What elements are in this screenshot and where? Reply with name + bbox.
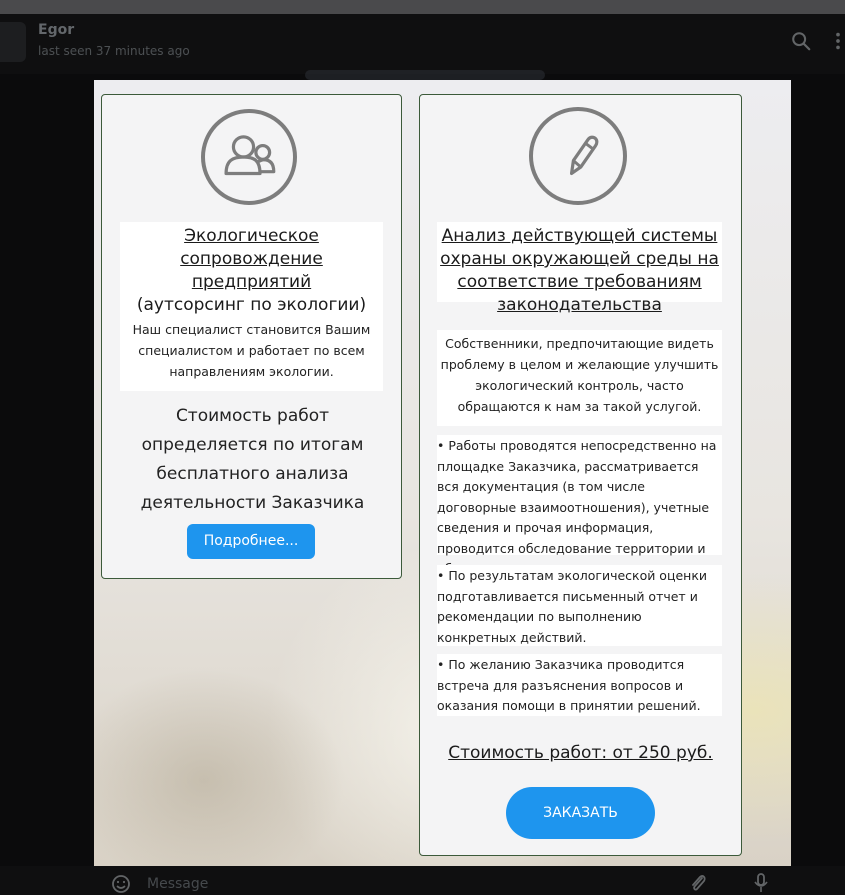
- ecological-support-description: Наш специалист становится Вашим специали…: [120, 315, 383, 391]
- window-top-strip: [0, 0, 845, 14]
- microphone-icon[interactable]: [753, 872, 769, 894]
- avatar[interactable]: [0, 22, 26, 62]
- ecological-support-title-link[interactable]: Экологическое сопровождение предприятий: [120, 225, 383, 294]
- system-analysis-cost-link[interactable]: Стоимость работ: от 250 руб.: [420, 743, 741, 763]
- date-pill: [305, 70, 545, 80]
- card-title-block: Экологическое сопровождение предприятий …: [120, 222, 383, 317]
- ecological-support-subtitle: (аутсорсинг по экологии): [136, 295, 367, 315]
- more-details-button[interactable]: Подробнее...: [187, 524, 315, 559]
- users-icon: [201, 109, 297, 205]
- contact-name[interactable]: Egor: [38, 22, 74, 38]
- search-icon[interactable]: [790, 30, 812, 52]
- contact-status: last seen 37 minutes ago: [38, 44, 190, 58]
- bullet-item: • Работы проводятся непосредственно на п…: [437, 435, 722, 576]
- paperclip-icon[interactable]: [688, 872, 708, 894]
- ecological-support-cost: Стоимость работ определяется по итогам б…: [140, 406, 365, 513]
- order-button[interactable]: ЗАКАЗАТЬ: [506, 787, 655, 839]
- service-card-ecological-support: Экологическое сопровождение предприятий …: [101, 94, 402, 579]
- bullet-item: • По результатам экологической оценки по…: [437, 565, 722, 646]
- system-analysis-title-link[interactable]: Анализ действующей системы охраны окружа…: [437, 225, 722, 317]
- system-analysis-description: Собственники, предпочитающие видеть проб…: [437, 330, 722, 426]
- more-vertical-icon[interactable]: [832, 30, 844, 52]
- shared-screenshot[interactable]: Экологическое сопровождение предприятий …: [94, 80, 791, 866]
- bullet-item: • По желанию Заказчика проводится встреч…: [437, 654, 722, 716]
- emoji-icon[interactable]: [111, 874, 131, 894]
- system-analysis-title-block: Анализ действующей системы охраны окружа…: [437, 222, 722, 315]
- pencil-icon: [529, 107, 627, 205]
- service-card-system-analysis: Анализ действующей системы охраны окружа…: [419, 94, 742, 856]
- message-input[interactable]: Message: [147, 876, 208, 892]
